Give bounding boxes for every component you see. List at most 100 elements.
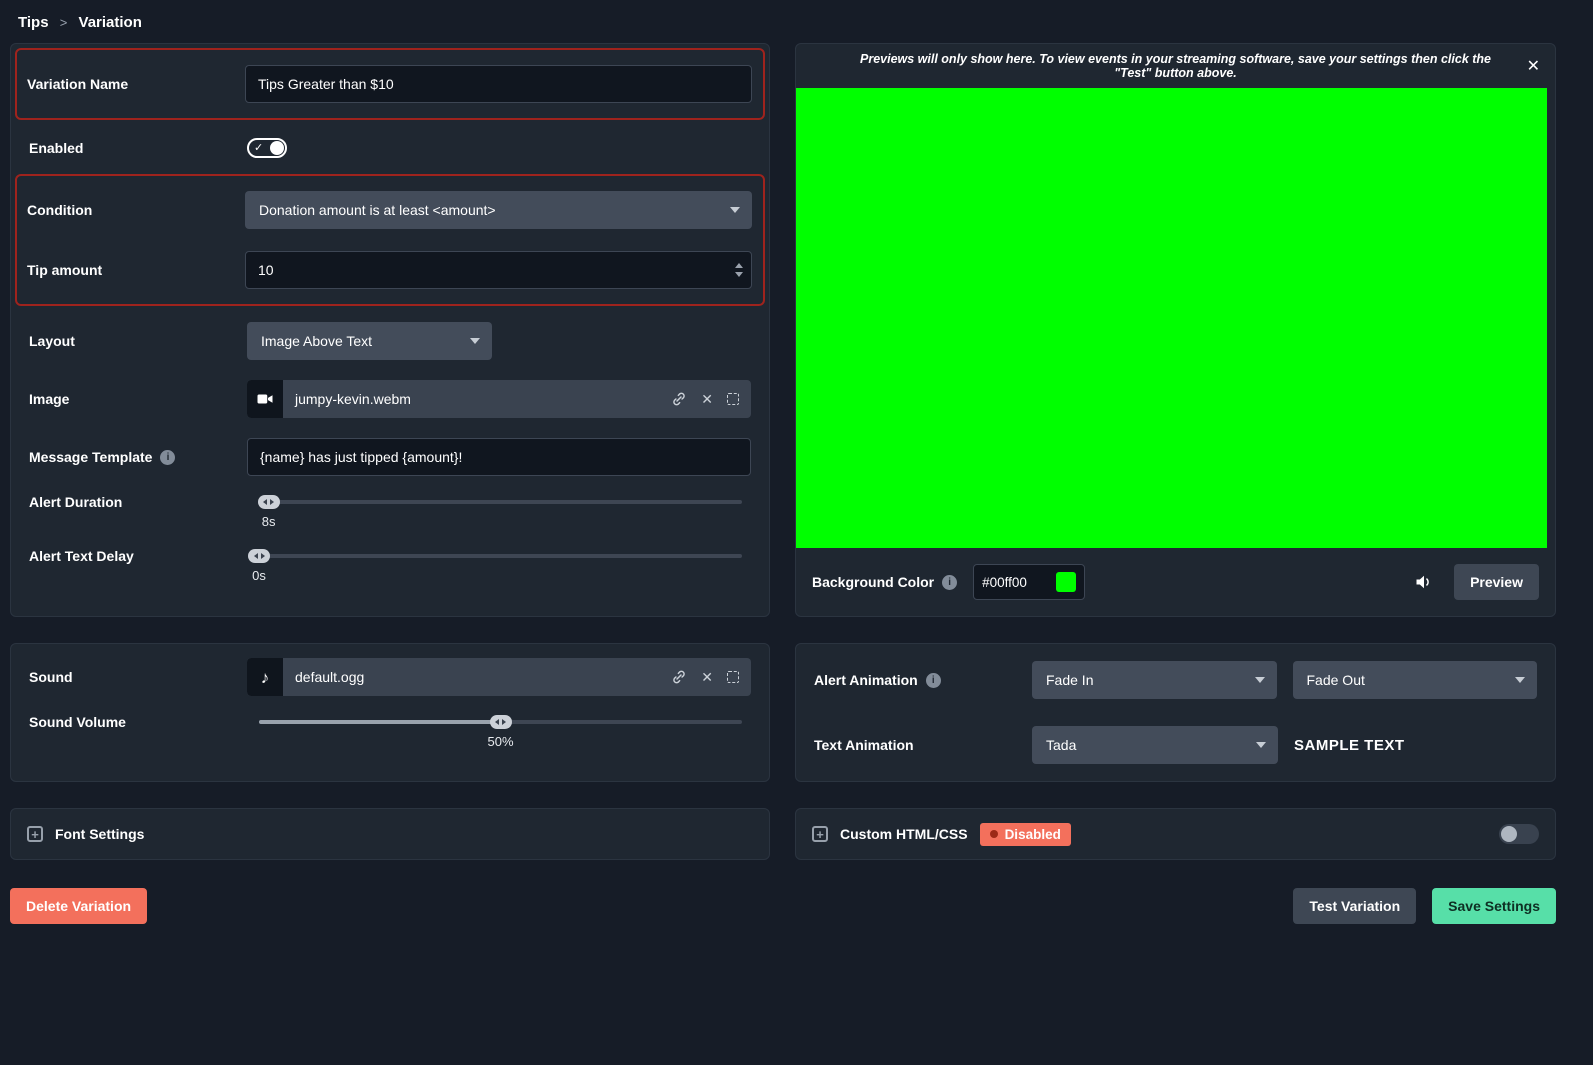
chevron-down-icon xyxy=(730,207,740,213)
breadcrumb-tips[interactable]: Tips xyxy=(18,14,49,31)
sound-volume-row: Sound Volume 50% xyxy=(15,706,765,760)
settings-column: Variation Name Enabled ✓ Condition xyxy=(10,43,770,860)
page: Tips > Variation Variation Name Enabled … xyxy=(0,0,1593,924)
remove-icon[interactable]: ✕ xyxy=(701,392,713,406)
image-label: Image xyxy=(29,391,70,407)
alert-animation-in-dropdown[interactable]: Fade In xyxy=(1032,661,1277,699)
preview-button[interactable]: Preview xyxy=(1454,564,1539,600)
alert-duration-row: Alert Duration 8s xyxy=(15,486,765,540)
test-variation-button[interactable]: Test Variation xyxy=(1293,888,1417,924)
enabled-toggle[interactable]: ✓ xyxy=(247,138,287,158)
preview-notice-text: Previews will only show here. To view ev… xyxy=(860,52,1491,80)
sound-volume-slider[interactable]: 50% xyxy=(259,715,742,749)
custom-html-css-card[interactable]: + Custom HTML/CSS Disabled xyxy=(795,808,1556,860)
sound-volume-label: Sound Volume xyxy=(29,714,126,730)
sound-input[interactable]: ♪ default.ogg ✕ xyxy=(247,658,751,696)
enabled-label: Enabled xyxy=(29,140,84,156)
preview-notice: Previews will only show here. To view ev… xyxy=(796,44,1555,88)
breadcrumb-current: Variation xyxy=(78,14,142,31)
step-up-icon[interactable] xyxy=(735,263,743,268)
chevron-down-icon xyxy=(1254,677,1265,683)
condition-row: Condition Donation amount is at least <a… xyxy=(27,191,753,229)
link-icon[interactable] xyxy=(671,669,687,685)
condition-label: Condition xyxy=(27,202,93,218)
condition-dropdown[interactable]: Donation amount is at least <amount> xyxy=(245,191,752,229)
alert-text-delay-label: Alert Text Delay xyxy=(29,548,134,564)
sound-label: Sound xyxy=(29,669,73,685)
chevron-down-icon xyxy=(1256,742,1266,748)
delete-variation-button[interactable]: Delete Variation xyxy=(10,888,148,924)
slider-thumb[interactable] xyxy=(489,715,512,729)
chevron-down-icon xyxy=(470,338,480,344)
expand-plus-icon[interactable]: + xyxy=(812,826,828,842)
text-animation-dropdown[interactable]: Tada xyxy=(1032,726,1278,764)
alert-animation-out-dropdown[interactable]: Fade Out xyxy=(1292,661,1537,699)
variation-name-input[interactable] xyxy=(245,65,752,103)
position-grid-icon[interactable] xyxy=(727,393,739,405)
variation-name-highlight: Variation Name xyxy=(15,48,765,120)
variation-name-label: Variation Name xyxy=(27,76,129,92)
alert-animation-out-selected: Fade Out xyxy=(1306,672,1365,688)
alert-animation-row: Alert Animation i Fade In Fade Out xyxy=(814,661,1537,699)
status-badge: Disabled xyxy=(979,822,1071,846)
image-filename: jumpy-kevin.webm xyxy=(295,391,411,407)
sample-text: SAMPLE TEXT xyxy=(1294,736,1405,754)
alert-animation-in-selected: Fade In xyxy=(1046,672,1094,688)
alert-duration-slider[interactable]: 8s xyxy=(257,495,742,529)
tip-amount-field xyxy=(245,251,752,289)
enabled-row: Enabled ✓ xyxy=(15,122,765,174)
preview-area xyxy=(796,88,1547,548)
color-swatch[interactable] xyxy=(1056,572,1077,592)
image-row: Image jumpy-kevin.webm ✕ xyxy=(15,370,765,428)
slider-fill xyxy=(259,720,501,724)
tip-amount-input[interactable] xyxy=(245,251,752,289)
custom-html-css-toggle[interactable] xyxy=(1499,824,1539,844)
toggle-knob xyxy=(270,141,284,155)
text-animation-label: Text Animation xyxy=(814,737,914,753)
slider-thumb[interactable] xyxy=(248,549,270,563)
image-actions: ✕ xyxy=(671,391,751,407)
animation-card: Alert Animation i Fade In Fade Out Text … xyxy=(795,643,1556,782)
variation-name-row: Variation Name xyxy=(27,65,753,103)
sound-row: Sound ♪ default.ogg ✕ xyxy=(15,648,765,706)
background-color-field xyxy=(973,564,1086,600)
remove-icon[interactable]: ✕ xyxy=(701,670,713,684)
alert-text-delay-slider[interactable]: 0s xyxy=(248,549,742,583)
font-settings-card[interactable]: + Font Settings xyxy=(10,808,770,860)
expand-plus-icon[interactable]: + xyxy=(27,826,43,842)
alert-text-delay-row: Alert Text Delay 0s xyxy=(15,540,765,594)
text-animation-selected: Tada xyxy=(1046,737,1077,753)
info-icon[interactable]: i xyxy=(942,574,958,590)
position-grid-icon[interactable] xyxy=(727,671,739,683)
link-icon[interactable] xyxy=(671,391,687,407)
info-icon[interactable]: i xyxy=(160,449,176,465)
alert-duration-value: 8s xyxy=(261,514,276,529)
step-down-icon[interactable] xyxy=(735,272,743,277)
number-stepper[interactable] xyxy=(735,251,743,289)
image-input[interactable]: jumpy-kevin.webm ✕ xyxy=(247,380,751,418)
check-icon: ✓ xyxy=(254,142,264,154)
sound-actions: ✕ xyxy=(671,669,751,685)
slider-thumb[interactable] xyxy=(257,495,280,509)
preview-card: Previews will only show here. To view ev… xyxy=(795,43,1556,617)
sound-filename: default.ogg xyxy=(295,669,365,685)
content-columns: Variation Name Enabled ✓ Condition xyxy=(10,43,1556,860)
variation-settings-card: Variation Name Enabled ✓ Condition xyxy=(10,43,770,617)
breadcrumb: Tips > Variation xyxy=(10,0,1556,43)
footer-actions: Delete Variation Test Variation Save Set… xyxy=(10,888,1556,924)
text-animation-row: Text Animation Tada SAMPLE TEXT xyxy=(814,726,1537,764)
save-settings-button[interactable]: Save Settings xyxy=(1432,888,1556,924)
music-note-icon: ♪ xyxy=(247,658,283,696)
breadcrumb-separator: > xyxy=(59,15,68,30)
tip-amount-label: Tip amount xyxy=(27,262,103,278)
layout-dropdown[interactable]: Image Above Text xyxy=(247,322,492,360)
close-icon[interactable]: ✕ xyxy=(1527,56,1540,76)
info-icon[interactable]: i xyxy=(925,672,941,688)
message-template-input[interactable] xyxy=(247,438,751,476)
slider-track xyxy=(259,554,742,558)
background-color-input[interactable] xyxy=(982,574,1049,590)
speaker-icon[interactable] xyxy=(1414,572,1434,592)
tip-amount-row: Tip amount xyxy=(27,251,753,289)
condition-highlight: Condition Donation amount is at least <a… xyxy=(15,174,765,306)
layout-label: Layout xyxy=(29,333,75,349)
